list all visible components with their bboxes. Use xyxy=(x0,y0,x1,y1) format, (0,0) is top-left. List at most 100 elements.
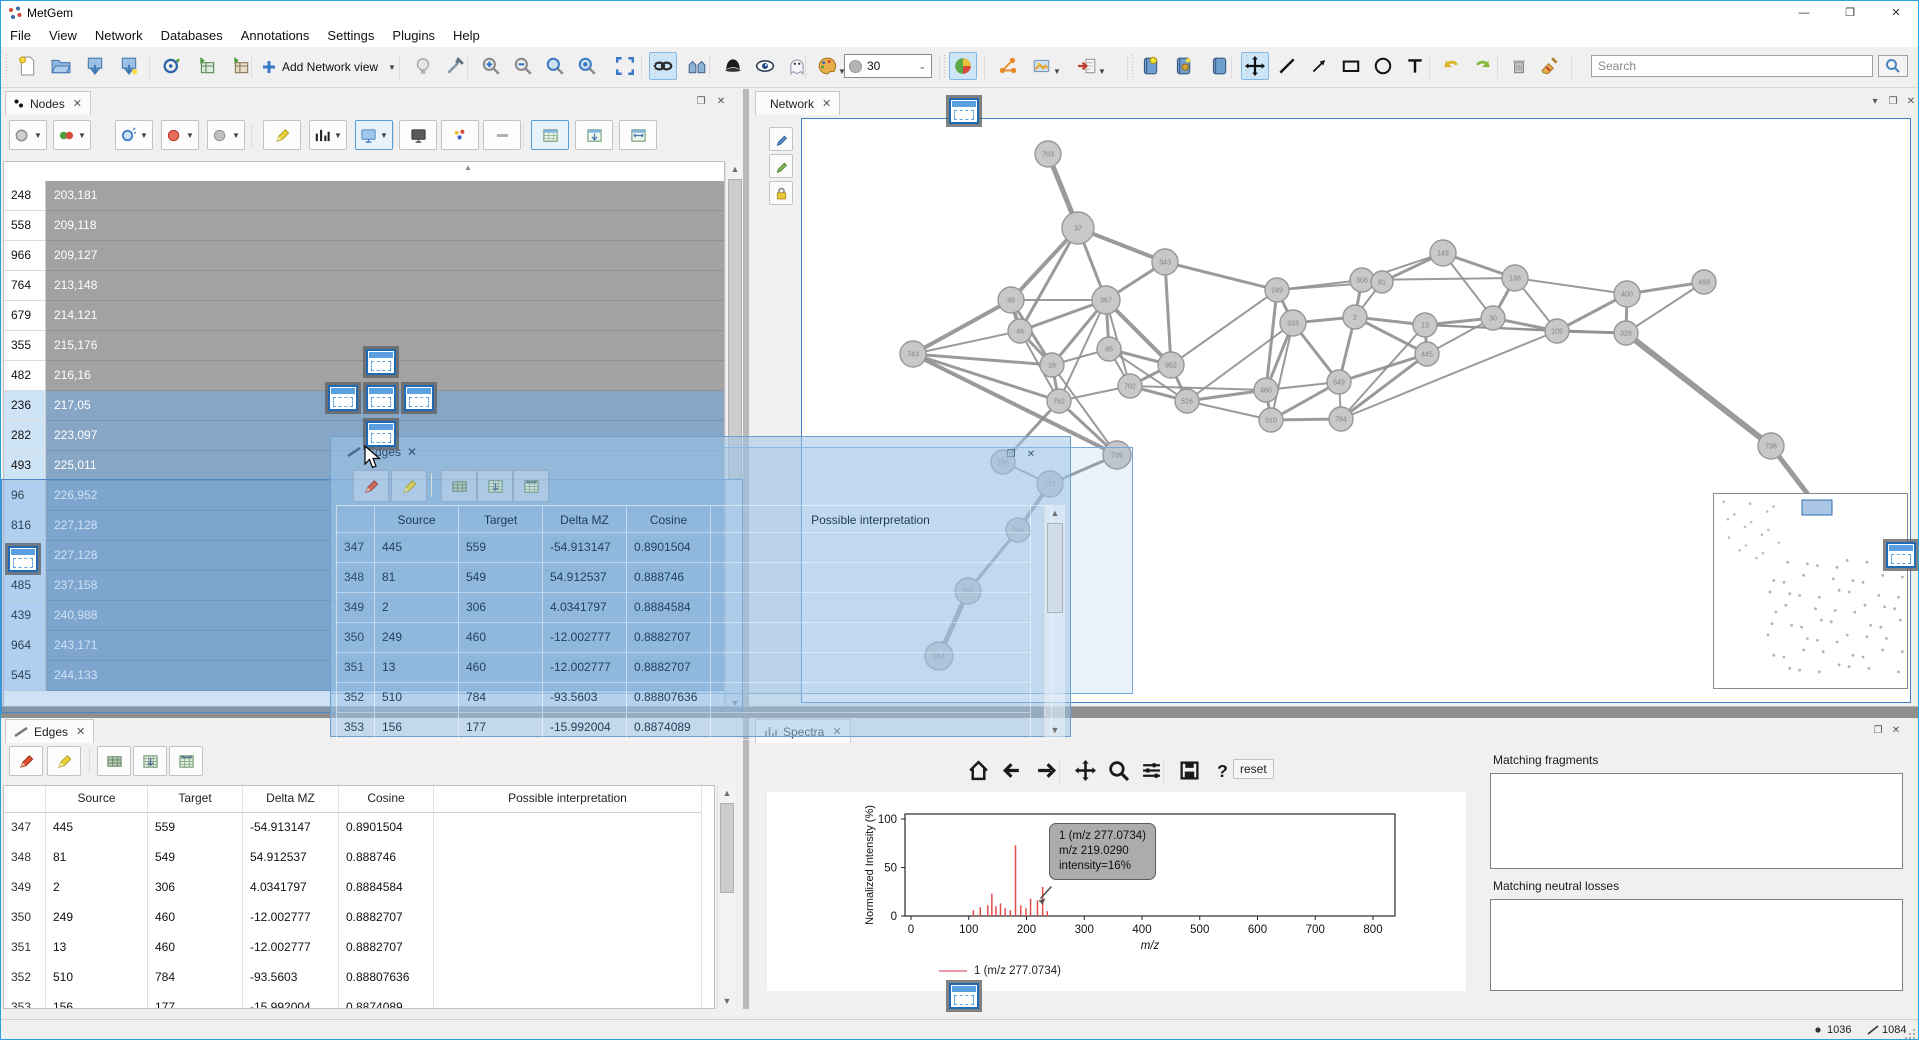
save-project-button[interactable] xyxy=(81,52,109,80)
display-dark-button[interactable] xyxy=(399,120,437,150)
menu-databases[interactable]: Databases xyxy=(152,25,232,46)
edges-table-row[interactable]: 353156177-15.9920040.8874089 xyxy=(4,993,714,1009)
node-red-button[interactable]: ▼ xyxy=(161,120,199,150)
close-button[interactable]: ✕ xyxy=(1873,1,1919,25)
table-fit-down-button[interactable] xyxy=(477,470,513,502)
node-row-id[interactable]: 558 xyxy=(4,211,46,241)
rect-tool-button[interactable] xyxy=(1337,52,1365,80)
maximize-button[interactable]: ❐ xyxy=(1827,1,1873,25)
menu-annotations[interactable]: Annotations xyxy=(232,25,319,46)
matching-neutral-losses-list[interactable] xyxy=(1490,899,1903,991)
node-row-id[interactable]: 966 xyxy=(4,241,46,271)
edges-table-row[interactable]: 35113460-12.0027770.8882707 xyxy=(337,653,1051,683)
edges-col-Possible interpretation[interactable]: Possible interpretation xyxy=(434,786,702,813)
node-row-mz[interactable]: 203,181 xyxy=(46,181,724,211)
node-row-id[interactable]: 764 xyxy=(4,271,46,301)
graph-edge[interactable] xyxy=(913,331,1020,354)
import-metadata-button[interactable] xyxy=(193,52,221,80)
lock-yellow-button[interactable] xyxy=(769,181,793,205)
edges-table-row[interactable]: 350249460-12.0027770.8882707 xyxy=(4,903,714,933)
node-gray-button[interactable]: ▼ xyxy=(207,120,245,150)
edges-table[interactable]: SourceTargetDelta MZCosinePossible inter… xyxy=(3,785,715,1009)
edges-col-Source[interactable]: Source xyxy=(46,786,148,813)
rgb-dots-button[interactable] xyxy=(441,120,479,150)
pen-blue-button[interactable] xyxy=(769,127,793,151)
line-tool-button[interactable] xyxy=(1273,52,1301,80)
bottom-dock-close-icon[interactable]: ✕ xyxy=(1888,723,1904,739)
table-fit-button[interactable] xyxy=(575,120,613,150)
highlight-red-button[interactable] xyxy=(353,470,389,502)
menu-help[interactable]: Help xyxy=(444,25,489,46)
edges-table-row[interactable]: 353156177-15.9920040.8874089 xyxy=(337,713,1051,740)
edges-col-Possible interpretation[interactable]: Possible interpretation xyxy=(711,506,1031,533)
node-highlight-button[interactable]: ▼ xyxy=(115,120,153,150)
node-row-id[interactable]: 248 xyxy=(4,181,46,211)
floating-edges-table[interactable]: SourceTargetDelta MZCosinePossible inter… xyxy=(336,505,1052,740)
edges-col-rownum[interactable] xyxy=(4,786,46,813)
show-eye-button[interactable] xyxy=(751,52,779,80)
floating-edges-window[interactable]: Edges ✕ ❐ ✕ SourceTargetDelta MZCosinePo… xyxy=(330,436,1071,737)
redo-button[interactable] xyxy=(1469,52,1497,80)
highlight-red-button[interactable] xyxy=(9,746,43,776)
highlight-yellow-button[interactable] xyxy=(263,120,301,150)
edges-table-row[interactable]: 347445559-54.9131470.8901504 xyxy=(337,533,1051,563)
nodes-dock-float-icon[interactable]: ❐ xyxy=(693,94,709,110)
node-row-mz[interactable]: 209,118 xyxy=(46,211,724,241)
table-rows-button[interactable] xyxy=(97,746,131,776)
network-minimap[interactable] xyxy=(1713,493,1908,689)
spectrum-plot[interactable]: 0501000100200300400500600700800m/zNormal… xyxy=(767,792,1466,991)
graph-edge[interactable] xyxy=(1171,290,1277,365)
network-dock-menu-icon[interactable]: ▾ xyxy=(1867,94,1883,110)
lightbulb-button[interactable] xyxy=(409,52,437,80)
table-select-button[interactable] xyxy=(531,120,569,150)
edges-col-Cosine[interactable]: Cosine xyxy=(339,786,434,813)
edges-tab-close-icon[interactable]: ✕ xyxy=(76,725,85,738)
dock-edge-top-icon[interactable] xyxy=(946,95,982,127)
ghost-mode-button[interactable] xyxy=(783,52,811,80)
nodes-table-row[interactable]: 966209,127 xyxy=(4,241,724,271)
highlight-yellow-button[interactable] xyxy=(47,746,81,776)
edges-table-row[interactable]: 34923064.03417970.8884584 xyxy=(4,873,714,903)
notebook-lightbulb-button[interactable] xyxy=(1136,52,1164,80)
delete-button[interactable] xyxy=(1505,52,1533,80)
dock-edge-left-icon[interactable] xyxy=(5,543,41,575)
display-blue-button[interactable]: ▼ xyxy=(355,120,393,150)
menu-plugins[interactable]: Plugins xyxy=(383,25,444,46)
dock-indicator-right-icon[interactable] xyxy=(401,382,437,414)
toolbar-handle[interactable] xyxy=(943,55,946,79)
graph-edge[interactable] xyxy=(1339,354,1427,382)
toolbar-handle[interactable] xyxy=(1245,55,1248,79)
network-layout-button[interactable] xyxy=(994,52,1022,80)
node-row-id[interactable]: 236 xyxy=(4,391,46,421)
edges-table-scrollbar[interactable]: ▲ ▼ xyxy=(717,785,736,1009)
node-row-mz[interactable]: 213,148 xyxy=(46,271,724,301)
arrow-tool-button[interactable] xyxy=(1305,52,1333,80)
reset-button[interactable]: reset xyxy=(1233,759,1274,779)
node-row-id[interactable]: 282 xyxy=(4,421,46,451)
fit-view-button[interactable] xyxy=(611,52,639,80)
graph-edge[interactable] xyxy=(913,300,1011,354)
home-button[interactable] xyxy=(964,757,992,783)
menu-file[interactable]: File xyxy=(1,25,40,46)
new-project-button[interactable] xyxy=(13,52,41,80)
dock-indicator-top-icon[interactable] xyxy=(363,346,399,378)
open-project-button[interactable] xyxy=(47,52,75,80)
graph-edge[interactable] xyxy=(1187,401,1271,420)
text-tool-button[interactable] xyxy=(1401,52,1429,80)
nodes-table-row[interactable]: 248203,181 xyxy=(4,181,724,211)
import-data-button[interactable] xyxy=(159,52,187,80)
minimap-viewport[interactable] xyxy=(1802,500,1832,515)
edges-col-rownum[interactable] xyxy=(337,506,375,533)
edges-table-row[interactable]: 3488154954.9125370.888746 xyxy=(4,843,714,873)
tab-nodes[interactable]: Nodes ✕ xyxy=(5,91,91,115)
edges-table-row[interactable]: 3488154954.9125370.888746 xyxy=(337,563,1051,593)
edges-table-row[interactable]: 34923064.03417970.8884584 xyxy=(337,593,1051,623)
hide-hat-button[interactable] xyxy=(719,52,747,80)
zoom-button[interactable] xyxy=(1104,757,1132,783)
node-row-mz[interactable]: 214,121 xyxy=(46,301,724,331)
graph-edge[interactable] xyxy=(1341,331,1557,419)
table-fit-across-button[interactable] xyxy=(169,746,203,776)
ellipse-tool-button[interactable] xyxy=(1369,52,1397,80)
graph-edge[interactable] xyxy=(1341,325,1425,419)
tab-network[interactable]: Network ✕ xyxy=(755,91,840,115)
